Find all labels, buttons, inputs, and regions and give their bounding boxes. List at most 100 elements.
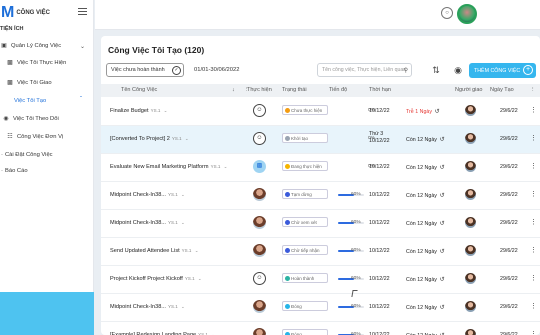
remaining-time: Trễ 1 Ngày ↺ (406, 108, 440, 115)
header-created[interactable]: Ngày Tạo (490, 87, 514, 93)
chevron-down-icon[interactable]: ⌄ (184, 136, 189, 141)
chevron-down-icon[interactable]: ⌄ (180, 192, 185, 197)
owner-avatar[interactable] (465, 273, 476, 284)
status-badge[interactable]: Đang thực hiện (282, 161, 328, 171)
header-assignee[interactable]: Thực hiện (247, 87, 272, 93)
table-row[interactable]: Project Kickoff Project Kickoff YS.1 ⌄ ☺ … (101, 266, 540, 294)
status-badge[interactable]: Chưa thực hiện (282, 105, 328, 115)
owner-avatar[interactable] (465, 301, 476, 312)
sort-settings-icon[interactable]: ⇅ (429, 64, 443, 77)
chevron-down-icon[interactable]: ⌄ (180, 304, 185, 309)
sidebar-item-bao-cao[interactable]: · Báo Cáo (0, 166, 28, 176)
status-badge[interactable]: Chờ xem xét (282, 217, 328, 227)
history-icon[interactable]: ↺ (438, 305, 445, 311)
status-badge[interactable]: Khởi tạo (282, 133, 328, 143)
search-input[interactable]: Tên công việc, Thực hiện, Liên quan ⚲ (317, 63, 412, 77)
assignee-avatar[interactable]: ☺ (253, 272, 266, 285)
task-name[interactable]: Project Kickoff Project Kickoff YS.1 ⌄ (110, 276, 202, 282)
add-task-button[interactable]: THÊM CÔNG VIỆC + (469, 63, 536, 78)
table-row[interactable]: Finalize Budget YS.1 ⌄ ☺ Chưa thực hiện 0… (101, 98, 540, 126)
table-row[interactable]: Send Updated Attendee List YS.1 ⌄ Chờ tiế… (101, 238, 540, 266)
chevron-down-icon[interactable]: ⌄ (80, 43, 85, 50)
notification-bell-icon[interactable]: ○ (441, 7, 453, 19)
task-name[interactable]: [Converted To Project] 2 YS.1 ⌄ (110, 136, 189, 142)
owner-avatar[interactable] (465, 189, 476, 200)
table-row[interactable]: Midpoint Check-In38... YS.1 ⌄ Tạm dừng 60… (101, 182, 540, 210)
status-badge[interactable]: Đóng (282, 329, 328, 335)
assignee-avatar[interactable] (253, 216, 266, 229)
assignee-avatar[interactable] (253, 188, 266, 201)
owner-avatar[interactable] (465, 217, 476, 228)
date-range[interactable]: 01/01-30/06/2022 (194, 67, 239, 73)
row-more-icon[interactable]: ⋮ (530, 302, 537, 310)
row-more-icon[interactable]: ⋮ (530, 274, 537, 282)
header-deadline[interactable]: Thời hạn (369, 87, 391, 93)
status-badge[interactable]: Đóng (282, 301, 328, 311)
owner-avatar[interactable] (465, 105, 476, 116)
row-more-icon[interactable]: ⋮ (530, 246, 537, 254)
history-icon[interactable]: ↺ (438, 249, 445, 255)
history-icon[interactable]: ↺ (438, 137, 445, 143)
history-icon[interactable]: ↺ (438, 165, 445, 171)
task-name[interactable]: Evaluate New Email Marketing Platform YS.… (110, 164, 227, 170)
owner-avatar[interactable] (465, 329, 476, 335)
history-icon[interactable]: ↺ (438, 221, 445, 227)
table-row[interactable]: [Example] Redesign Landing Page YS.1 ⌄ Đó… (101, 322, 540, 335)
status-filter-button[interactable]: Việc chưa hoàn thành ✓ (106, 63, 184, 77)
history-icon[interactable]: ↺ (438, 193, 445, 199)
row-more-icon[interactable]: ⋮ (530, 106, 537, 114)
assignee-avatar[interactable]: ▩ (253, 160, 266, 173)
table-row[interactable]: Evaluate New Email Marketing Platform YS.… (101, 154, 540, 182)
task-name[interactable]: Finalize Budget YS.1 ⌄ (110, 108, 167, 114)
chevron-down-icon[interactable]: ⌄ (197, 276, 202, 281)
chevron-up-icon[interactable]: ˆ (80, 97, 82, 103)
header-name[interactable]: Tên Công Việc (121, 87, 157, 93)
header-status[interactable]: Trạng thái (282, 87, 307, 93)
sidebar-item-thuc-hien[interactable]: ▩ Việc Tôi Thực Hiện (6, 58, 66, 68)
status-badge[interactable]: Tạm dừng (282, 189, 328, 199)
row-more-icon[interactable]: ⋮ (530, 330, 537, 335)
status-label: Đóng (291, 331, 302, 335)
row-more-icon[interactable]: ⋮ (530, 134, 537, 142)
sidebar-item-toi-giao[interactable]: ▩ Việc Tôi Giao (6, 78, 51, 88)
row-more-icon[interactable]: ⋮ (530, 190, 537, 198)
assignee-avatar[interactable] (253, 244, 266, 257)
task-name[interactable]: Midpoint Check-In38... YS.1 ⌄ (110, 220, 185, 226)
header-owner[interactable]: Người giao (455, 87, 482, 93)
assignee-avatar[interactable]: ☺ (253, 104, 266, 117)
history-icon[interactable]: ↺ (433, 109, 440, 115)
sidebar-item-theo-doi[interactable]: ◉ Việc Tôi Theo Dõi (2, 114, 58, 124)
table-row[interactable]: Midpoint Check-In38... YS.1 ⌄ Chờ xem xét… (101, 210, 540, 238)
task-name[interactable]: Send Updated Attendee List YS.1 ⌄ (110, 248, 198, 254)
assignee-avatar[interactable] (253, 328, 266, 335)
assignee-avatar[interactable] (253, 300, 266, 313)
sort-arrow-icon[interactable]: ↓ (232, 87, 235, 93)
assignee-avatar[interactable]: ☺ (253, 132, 266, 145)
chevron-down-icon[interactable]: ⌄ (162, 108, 168, 113)
brand[interactable]: M CÔNG VIỆC (0, 4, 50, 22)
table-row[interactable]: Midpoint Check-In38... YS.1 ⌄ Đóng 60% 10… (101, 294, 540, 322)
owner-avatar[interactable] (465, 161, 476, 172)
status-badge[interactable]: Hoàn thành (282, 273, 328, 283)
chevron-down-icon[interactable]: ⌄ (193, 248, 199, 253)
sidebar-item-toi-tao[interactable]: Việc Tôi Tạo (14, 96, 46, 106)
chevron-down-icon[interactable]: ⌄ (180, 220, 185, 225)
sidebar-item-cai-dat[interactable]: · Cài Đặt Công Việc (0, 150, 53, 160)
user-avatar[interactable] (457, 4, 477, 24)
hamburger-menu-icon[interactable] (78, 8, 87, 16)
row-more-icon[interactable]: ⋮ (530, 218, 537, 226)
task-name[interactable]: Midpoint Check-In38... YS.1 ⌄ (110, 304, 185, 310)
chevron-down-icon[interactable]: ⌄ (222, 164, 228, 169)
eye-icon[interactable]: ◉ (451, 64, 465, 77)
task-name[interactable]: Midpoint Check-In38... YS.1 ⌄ (110, 192, 185, 198)
row-more-icon[interactable]: ⋮ (530, 162, 537, 170)
history-icon[interactable]: ↺ (438, 277, 445, 283)
header-more-icon[interactable]: ⋮ (530, 87, 536, 93)
table-row[interactable]: [Converted To Project] 2 YS.1 ⌄ ☺ Khởi tạ… (101, 126, 540, 154)
status-badge[interactable]: Chờ tiếp nhận (282, 245, 328, 255)
owner-avatar[interactable] (465, 133, 476, 144)
owner-avatar[interactable] (465, 245, 476, 256)
sidebar-item-quan-ly[interactable]: ▣ Quản Lý Công Việc (0, 41, 61, 51)
sidebar-item-don-vi[interactable]: ☷ Công Việc Đơn Vị (6, 132, 63, 142)
header-progress[interactable]: Tiến độ (329, 87, 347, 93)
